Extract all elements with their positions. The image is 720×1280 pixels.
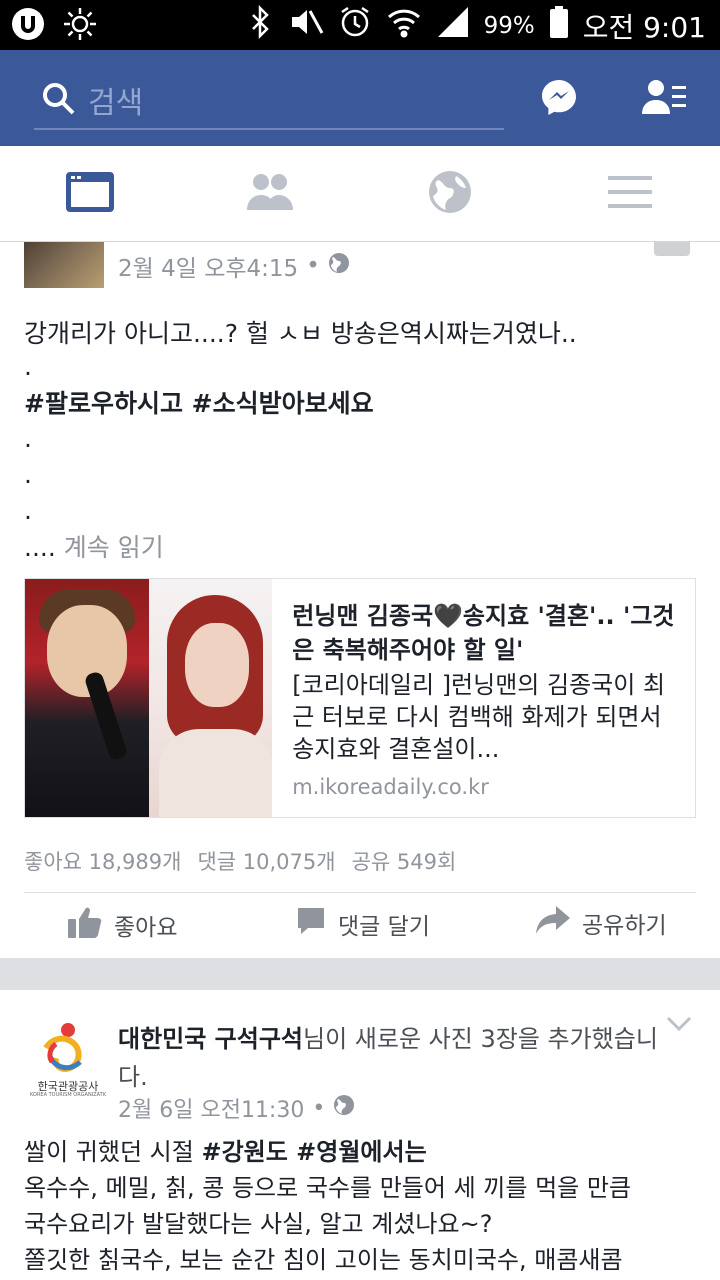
wifi-icon	[386, 5, 422, 46]
tab-bar	[0, 146, 720, 242]
search-placeholder: 검색	[88, 86, 144, 121]
like-label: 좋아요	[114, 915, 178, 941]
signal-icon	[436, 5, 470, 46]
share-icon	[536, 906, 570, 940]
hamburger-menu-icon	[608, 174, 652, 214]
post-text-segment: 쌀이 귀했던 시절	[24, 1138, 202, 1166]
news-feed-icon	[65, 171, 115, 217]
public-globe-icon	[328, 252, 350, 280]
friends-icon	[245, 172, 295, 216]
search-icon	[40, 80, 76, 120]
post-header: 대한민국 구석구석님이 새로운 사진 3장을 추가했습니다.	[118, 1020, 678, 1096]
post-text-dot: .	[24, 424, 32, 453]
post-separator	[0, 958, 720, 990]
page-name[interactable]: 대한민국 구석구석	[118, 1025, 303, 1053]
engagement-counts[interactable]: 좋아요 18,989개 댓글 10,075개 공유 549회	[24, 846, 456, 876]
battery-icon	[549, 5, 569, 46]
like-count: 좋아요 18,989개	[24, 850, 182, 874]
bluetooth-icon	[248, 4, 274, 46]
post-options-button[interactable]	[654, 242, 690, 256]
post-author-avatar[interactable]	[24, 242, 104, 288]
ellipsis-text: ....	[24, 533, 56, 562]
divider	[24, 892, 696, 893]
link-preview-image	[25, 579, 273, 817]
tab-menu[interactable]	[600, 168, 660, 220]
messenger-button[interactable]	[540, 78, 578, 120]
like-button[interactable]: 좋아요	[68, 906, 177, 944]
post-text-dot: .	[24, 496, 32, 525]
sun-icon	[62, 6, 98, 42]
status-bar: 99% 오전 9:01	[0, 0, 720, 50]
link-description: [코리아데일리 ]런닝맨의 김종국이 최근 터보로 다시 컴백해 화제가 되면서…	[292, 671, 666, 763]
page-logo-subtext: KOREA TOURISM ORGANIZATION	[30, 1092, 106, 1098]
post-text-line: 강개리가 아니고....? 헐 ㅅㅂ 방송은역시짜는거였나..	[24, 319, 577, 348]
separator-dot: •	[312, 1095, 326, 1121]
tab-friends[interactable]	[240, 168, 300, 220]
globe-icon	[428, 170, 472, 218]
comment-count: 댓글 10,075개	[197, 850, 336, 874]
post-text-dot: .	[24, 352, 32, 381]
link-preview-card[interactable]: 런닝맨 김종국🖤송지효 '결혼'.. '그것은 축복해주어야 할 일' [코리아…	[24, 578, 696, 818]
app-notification-icon	[10, 6, 46, 42]
news-feed: 2월 4일 오후4:15 • 강개리가 아니고....? 헐 ㅅㅂ 방송은역시짜…	[0, 242, 720, 1280]
comment-label: 댓글 달기	[338, 914, 430, 940]
post-text-line: 쌀이 귀했던 시절 #강원도 #영월에서는	[24, 1134, 714, 1170]
thumbs-up-icon	[68, 906, 102, 944]
mute-icon	[288, 5, 324, 46]
battery-percent: 99%	[483, 12, 535, 39]
post-actions: 좋아요 댓글 달기 공유하기	[0, 906, 720, 960]
link-domain: m.ikoreadaily.co.kr	[292, 775, 489, 799]
tab-news-feed[interactable]	[60, 168, 120, 220]
comment-icon	[296, 906, 326, 942]
post-text-line: 쫄깃한 칡국수, 보는 순간 침이 고이는 동치미국수, 매콤새콤	[24, 1246, 623, 1274]
share-button[interactable]: 공유하기	[536, 906, 667, 940]
messenger-icon	[540, 80, 578, 120]
post-meta: 2월 6일 오전11:30 •	[118, 1092, 355, 1124]
post-hashtags[interactable]: #강원도 #영월에서는	[201, 1138, 426, 1166]
post-body: 쌀이 귀했던 시절 #강원도 #영월에서는 옥수수, 메밀, 칡, 콩 등으로 …	[24, 1134, 714, 1278]
search-input[interactable]: 검색	[34, 74, 504, 130]
clock-time: 오전 9:01	[582, 10, 706, 44]
top-bar: 검색	[0, 50, 720, 146]
page-avatar[interactable]: 한국관광공사 KOREA TOURISM ORGANIZATION	[30, 1018, 106, 1098]
separator-dot: •	[306, 253, 320, 279]
friend-requests-icon	[642, 80, 688, 120]
tab-notifications[interactable]	[420, 168, 480, 220]
chevron-down-icon	[666, 1016, 692, 1036]
read-more-link[interactable]: 계속 읽기	[64, 533, 164, 562]
post-text-ellipsis: .... 계속 읽기	[24, 528, 164, 564]
post-options-button[interactable]	[666, 1016, 692, 1036]
share-count: 공유 549회	[351, 850, 457, 874]
post-timestamp[interactable]: 2월 4일 오후4:15	[118, 249, 298, 283]
post-timestamp[interactable]: 2월 6일 오전11:30	[118, 1092, 304, 1124]
public-globe-icon	[333, 1094, 355, 1122]
friend-requests-button[interactable]	[642, 78, 688, 120]
post-hashtags[interactable]: #팔로우하시고 #소식받아보세요	[24, 384, 374, 420]
share-label: 공유하기	[582, 913, 667, 939]
post-meta: 2월 4일 오후4:15 •	[118, 249, 350, 283]
post-text-line: 국수요리가 발달했다는 사실, 알고 계셨나요~?	[24, 1210, 493, 1238]
link-title: 런닝맨 김종국🖤송지효 '결혼'.. '그것은 축복해주어야 할 일'	[292, 602, 675, 664]
comment-button[interactable]: 댓글 달기	[296, 906, 430, 942]
alarm-icon	[338, 5, 372, 46]
post-text-dot: .	[24, 460, 32, 489]
post-text-line: 옥수수, 메밀, 칡, 콩 등으로 국수를 만들어 세 끼를 먹을 만큼	[24, 1174, 632, 1202]
